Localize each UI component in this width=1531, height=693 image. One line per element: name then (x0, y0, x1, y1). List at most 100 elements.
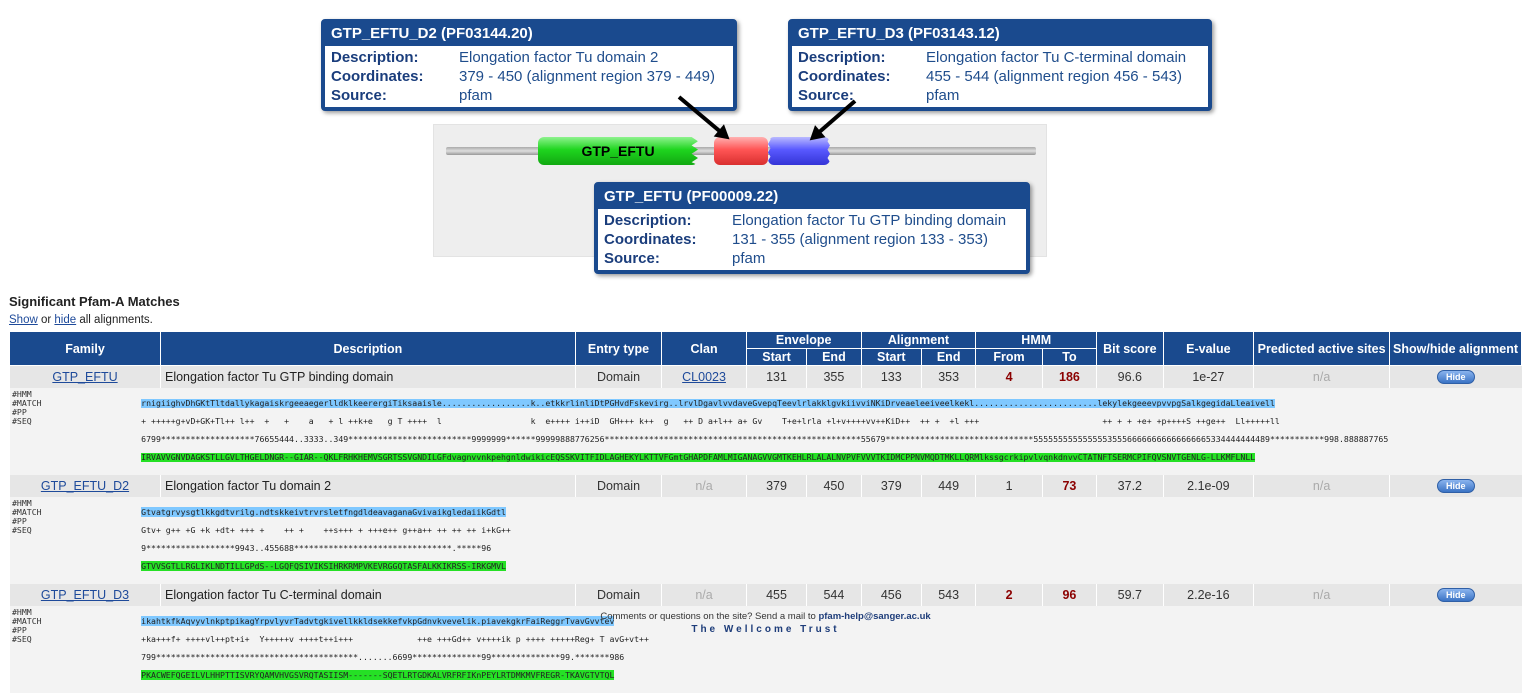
aln-start-cell: 133 (860, 365, 922, 388)
tooltip-label: Description: (798, 49, 886, 66)
label-seq: #SEQ (12, 524, 32, 535)
bit-score-cell: 96.6 (1096, 365, 1164, 388)
tooltip-value: Elongation factor Tu GTP binding domain (732, 212, 1007, 229)
hide-alignment-button[interactable]: Hide (1437, 479, 1475, 493)
or-text: or (37, 314, 55, 326)
show-all-link[interactable]: Show (9, 314, 38, 326)
tooltip-value: 131 - 355 (alignment region 133 - 353) (732, 231, 988, 248)
header-envelope: Envelope (745, 331, 862, 349)
domain-gtp-eftu[interactable]: GTP_EFTU (538, 137, 698, 165)
header-hmm-from: From (975, 348, 1043, 366)
header-clan: Clan (661, 331, 747, 366)
clan-link[interactable]: CL0023 (682, 370, 726, 384)
env-start-cell: 131 (745, 365, 807, 388)
aln-end-cell: 543 (920, 583, 976, 606)
tooltip-gtp-eftu-d2: GTP_EFTU_D2 (PF03144.20) Description: Elo… (321, 19, 737, 111)
hmm-line: Gtvatgrvysgtlkkgdtvrilg.ndtskkeivtrvrsle… (141, 506, 506, 517)
tooltip-label: Source: (604, 250, 660, 267)
seq-line: GTVVSGTLLRGLIKLNDTILLGPdS--LGQFQSIVIKSIH… (141, 560, 506, 571)
env-end-cell: 450 (806, 474, 862, 497)
bit-score-cell: 59.7 (1096, 583, 1164, 606)
match-line: Gtv+ g++ +G +k +dt+ +++ + ++ + ++s+++ + … (141, 524, 511, 535)
tooltip-gtp-eftu-d3: GTP_EFTU_D3 (PF03143.12) Description: Elo… (788, 19, 1212, 111)
header-env-start: Start (745, 348, 808, 366)
entry-type-cell: Domain (574, 365, 662, 388)
tooltip-label: Source: (798, 87, 854, 104)
hide-alignment-button[interactable]: Hide (1437, 370, 1475, 385)
header-active-sites: Predicted active sites (1253, 331, 1391, 366)
seq-line: IRVAVVGNVDAGKSTLLGVLTHGELDNGR--GIAR--QKL… (141, 451, 1256, 462)
tooltip-label: Source: (331, 87, 387, 104)
alignment-sequences: rnigiighvDhGKtTltdallykagaiskrgeeaegerll… (82, 390, 1502, 471)
label-seq: #SEQ (12, 415, 32, 426)
hide-alignment-button[interactable]: Hide (1437, 588, 1475, 602)
header-bit-score: Bit score (1096, 331, 1164, 366)
evalue-cell: 2.2e-16 (1162, 583, 1254, 606)
active-sites-cell: n/a (1253, 474, 1390, 497)
header-show-hide: Show/hide alignment (1389, 331, 1522, 366)
hide-all-link[interactable]: hide (54, 314, 76, 326)
hmm-to-cell: 73 (1041, 474, 1097, 497)
header-entry-type: Entry type (574, 331, 663, 366)
alignment-cell: #HMM #MATCH #PP #SEQ Gtvatgrvysgtlkkgdtvril… (9, 496, 1522, 584)
show-hide-links: Show or hide all alignments. (9, 314, 153, 326)
clan-cell: n/a (661, 583, 747, 606)
hmm-to-cell: 96 (1041, 583, 1097, 606)
footer-email-link[interactable]: pfam-help@sanger.ac.uk (818, 611, 930, 622)
tooltip-title: GTP_EFTU_D3 (PF03143.12) (792, 23, 1208, 46)
bit-score-cell: 37.2 (1096, 474, 1164, 497)
family-cell: GTP_EFTU_D3 (9, 583, 161, 606)
alignment-labels: #HMM #MATCH #PP #SEQ (10, 498, 82, 580)
clan-cell: CL0023 (661, 365, 747, 388)
show-hide-cell: Hide (1389, 583, 1522, 606)
pp-line: 9******************9943..455688*********… (141, 542, 492, 553)
family-link[interactable]: GTP_EFTU_D2 (41, 479, 129, 493)
hmm-from-cell: 1 (975, 474, 1043, 497)
footer-text: Comments or questions on the site? Send … (600, 611, 819, 622)
header-env-end: End (806, 348, 862, 366)
entry-type-cell: Domain (574, 583, 662, 606)
tooltip-label: Coordinates: (604, 231, 697, 248)
tooltip-label: Description: (604, 212, 692, 229)
family-cell: GTP_EFTU (9, 365, 161, 388)
alignment-row: #HMM #MATCH #PP #SEQ Gtvatgrvysgtlkkgdtvril… (9, 496, 1522, 584)
alignment-labels: #HMM #MATCH #PP #SEQ (10, 389, 82, 471)
env-end-cell: 355 (806, 365, 862, 388)
env-start-cell: 379 (745, 474, 807, 497)
tooltip-value: pfam (926, 87, 960, 104)
hmm-line: rnigiighvDhGKtTltdallykagaiskrgeeaegerll… (141, 397, 1275, 408)
tooltip-value: Elongation factor Tu C-terminal domain (926, 49, 1187, 66)
description-cell: Elongation factor Tu C-terminal domain (159, 583, 576, 606)
header-evalue: E-value (1162, 331, 1255, 366)
header-alignment: Alignment (860, 331, 977, 349)
header-hmm-to: To (1041, 348, 1098, 366)
tooltip-title: GTP_EFTU_D2 (PF03144.20) (325, 23, 733, 46)
seq-line: PKACWEFQGEILVLHHPTTISVRYQAMVHVGSVRQTASII… (141, 669, 615, 680)
aln-start-cell: 379 (860, 474, 922, 497)
label-seq: #SEQ (12, 633, 32, 644)
description-cell: Elongation factor Tu domain 2 (159, 474, 576, 497)
hmm-to-cell: 186 (1041, 365, 1097, 388)
tooltip-details: Description: Elongation factor Tu C-termi… (796, 48, 1190, 105)
aln-start-cell: 456 (860, 583, 922, 606)
active-sites-cell: n/a (1253, 365, 1390, 388)
family-link[interactable]: GTP_EFTU_D3 (41, 588, 129, 602)
description-cell: Elongation factor Tu GTP binding domain (159, 365, 576, 388)
header-aln-end: End (920, 348, 977, 366)
pp-line: 6799*******************76655444..3333..3… (141, 433, 1389, 444)
table-row: GTP_EFTU_D3 Elongation factor Tu C-termi… (9, 583, 1522, 606)
show-hide-cell: Hide (1389, 474, 1522, 497)
header-aln-start: Start (860, 348, 922, 366)
clan-cell: n/a (661, 474, 747, 497)
alignment-sequences: Gtvatgrvysgtlkkgdtvrilg.ndtskkeivtrvrsle… (82, 499, 1502, 580)
entry-type-cell: Domain (574, 474, 662, 497)
match-line: +ka+++f+ ++++vl++pt+i+ Y+++++v ++++t++i+… (141, 633, 649, 644)
family-link[interactable]: GTP_EFTU (52, 370, 117, 384)
header-hmm: HMM (975, 331, 1098, 349)
env-start-cell: 455 (745, 583, 807, 606)
table-row: GTP_EFTU Elongation factor Tu GTP bindin… (9, 365, 1522, 388)
family-cell: GTP_EFTU_D2 (9, 474, 161, 497)
header-description: Description (159, 331, 576, 366)
show-hide-cell: Hide (1389, 365, 1522, 388)
tooltip-label: Coordinates: (798, 68, 891, 85)
